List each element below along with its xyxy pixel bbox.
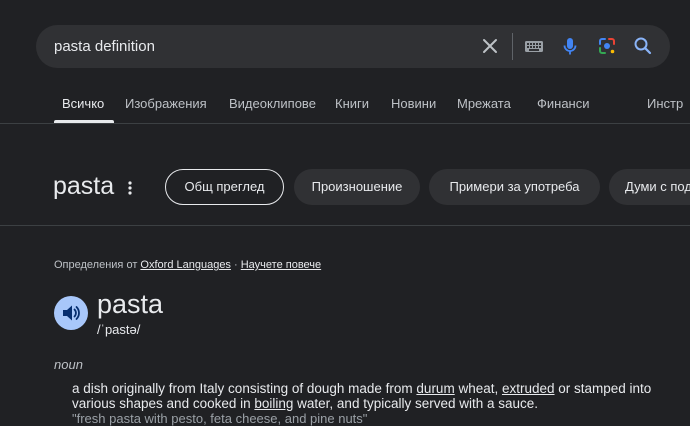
speaker-icon (63, 305, 80, 321)
definition-segment: water, and typically served with a sauce… (293, 396, 539, 411)
tab-finance[interactable]: Финанси (537, 96, 590, 111)
word-link-extruded[interactable]: extruded (502, 381, 555, 396)
headword: pasta (97, 289, 164, 319)
tab-tools[interactable]: Инстр (647, 96, 683, 111)
chip-pronunciation[interactable]: Произношение (294, 169, 420, 205)
more-options-icon[interactable] (127, 180, 133, 196)
mic-icon[interactable] (560, 36, 580, 56)
keyboard-icon[interactable] (524, 36, 544, 56)
usage-example: "fresh pasta with pesto, feta cheese, an… (72, 411, 368, 426)
word-title: pasta (53, 172, 115, 200)
pronunciation-button[interactable] (54, 296, 88, 330)
word-link-durum[interactable]: durum (416, 381, 454, 396)
chip-usage-examples[interactable]: Примери за употреба (429, 169, 600, 205)
tab-web[interactable]: Мрежата (457, 96, 511, 111)
learn-more-link[interactable]: Научете повече (241, 259, 321, 271)
definition-segment: a dish originally from Italy consisting … (72, 381, 417, 396)
tab-news[interactable]: Новини (391, 96, 436, 111)
lens-icon[interactable] (597, 36, 617, 56)
definition-text: a dish originally from Italy consisting … (72, 381, 672, 411)
tab-images[interactable]: Изображения (125, 96, 207, 111)
close-icon[interactable] (480, 36, 500, 56)
chip-overview[interactable]: Общ преглед (165, 169, 284, 205)
word-link-boiling[interactable]: boiling (254, 396, 293, 411)
tab-videos[interactable]: Видеоклипове (229, 96, 316, 111)
source-prefix: Определения от (54, 259, 138, 271)
header-divider (0, 225, 690, 226)
part-of-speech: noun (54, 357, 83, 372)
definition-source: Определения от Oxford Languages · Научет… (54, 259, 321, 271)
tab-books[interactable]: Книги (335, 96, 369, 111)
tab-all[interactable]: Всичко (62, 96, 104, 111)
search-input[interactable]: pasta definition (54, 38, 155, 55)
search-bar-divider (512, 33, 513, 60)
phonetic-spelling: /ˈpastə/ (97, 322, 141, 337)
search-tabs: Всичко Изображения Видеоклипове Книги Но… (0, 94, 690, 124)
tabs-divider (0, 123, 690, 124)
source-separator: · (234, 259, 238, 271)
search-bar[interactable]: pasta definition (36, 25, 670, 68)
search-icon[interactable] (633, 36, 653, 56)
oxford-languages-link[interactable]: Oxford Languages (140, 259, 231, 271)
definition-segment: wheat, (454, 381, 502, 396)
chip-words-with[interactable]: Думи с под (609, 169, 690, 205)
